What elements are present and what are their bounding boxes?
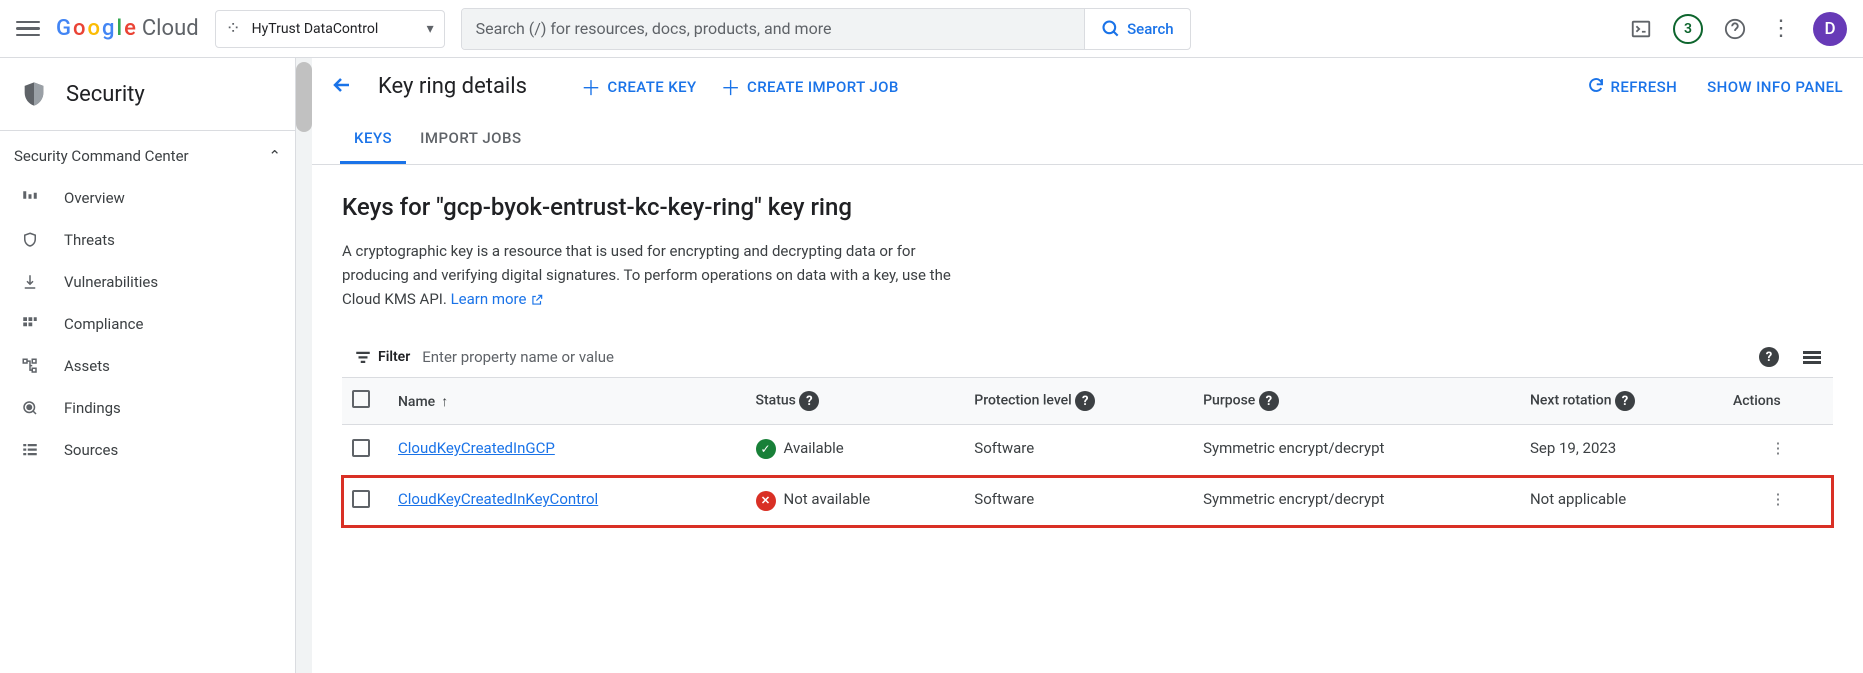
row-checkbox[interactable] bbox=[352, 439, 370, 457]
filter-icon bbox=[354, 348, 372, 366]
help-icon[interactable]: ? bbox=[799, 391, 819, 411]
row-actions-menu-icon[interactable]: ⋮ bbox=[1723, 476, 1833, 527]
avatar[interactable]: D bbox=[1813, 12, 1847, 46]
top-right-controls: 3 ⋮ D bbox=[1627, 12, 1847, 46]
plus-icon: ＋ bbox=[721, 72, 741, 101]
purpose-text: Symmetric encrypt/decrypt bbox=[1193, 476, 1520, 527]
hamburger-menu-icon[interactable] bbox=[16, 17, 40, 41]
notifications-badge[interactable]: 3 bbox=[1673, 14, 1703, 44]
key-link[interactable]: CloudKeyCreatedInGCP bbox=[398, 439, 555, 457]
action-bar: Key ring details ＋CREATE KEY ＋CREATE IMP… bbox=[312, 58, 1863, 115]
sidebar-item-sources[interactable]: Sources bbox=[0, 429, 295, 471]
row-actions-menu-icon[interactable]: ⋮ bbox=[1723, 425, 1833, 476]
sidebar-items: Overview Threats Vulnerabilities Complia… bbox=[0, 173, 295, 475]
overflow-menu-icon[interactable]: ⋮ bbox=[1767, 15, 1795, 43]
findings-icon bbox=[20, 399, 40, 417]
download-icon bbox=[20, 273, 40, 291]
help-icon[interactable] bbox=[1721, 15, 1749, 43]
sidebar-item-vulnerabilities[interactable]: Vulnerabilities bbox=[0, 261, 295, 303]
shield-icon bbox=[20, 80, 48, 108]
sidebar-section-toggle[interactable]: Security Command Center ⌃ bbox=[0, 131, 295, 173]
column-select-icon[interactable] bbox=[1803, 351, 1821, 364]
col-purpose: Purpose ? bbox=[1193, 378, 1520, 425]
back-arrow-icon[interactable] bbox=[330, 73, 354, 101]
status-text: Not available bbox=[784, 490, 871, 508]
search-icon bbox=[1101, 19, 1121, 39]
sidebar-item-threats[interactable]: Threats bbox=[0, 219, 295, 261]
project-name: HyTrust DataControl bbox=[252, 21, 379, 37]
tree-icon bbox=[20, 357, 40, 375]
help-icon[interactable]: ? bbox=[1615, 391, 1635, 411]
tab-import-jobs[interactable]: IMPORT JOBS bbox=[406, 115, 535, 164]
help-icon[interactable]: ? bbox=[1259, 391, 1279, 411]
col-name[interactable]: Name↑ bbox=[388, 378, 746, 425]
top-bar: Google Cloud HyTrust DataControl ▾ Searc… bbox=[0, 0, 1863, 58]
grid-icon bbox=[20, 315, 40, 333]
chevron-down-icon: ▾ bbox=[427, 21, 434, 37]
rotation-text: Not applicable bbox=[1520, 476, 1723, 527]
table-row: CloudKeyCreatedInGCP ✓ Available SoftwareSy… bbox=[342, 425, 1833, 476]
sidebar-item-findings[interactable]: Findings bbox=[0, 387, 295, 429]
search-wrapper: Search bbox=[461, 8, 1191, 50]
page-title: Key ring details bbox=[378, 74, 527, 99]
select-all-checkbox[interactable] bbox=[352, 390, 370, 408]
sidebar-scrollbar[interactable] bbox=[296, 58, 312, 673]
project-picker[interactable]: HyTrust DataControl ▾ bbox=[215, 10, 445, 48]
refresh-button[interactable]: REFRESH bbox=[1587, 76, 1678, 98]
cloud-shell-icon[interactable] bbox=[1627, 15, 1655, 43]
search-input[interactable] bbox=[462, 9, 1084, 49]
protection-text: Software bbox=[964, 425, 1193, 476]
gcp-logo[interactable]: Google Cloud bbox=[56, 16, 199, 41]
status-error-icon: ✕ bbox=[756, 491, 776, 511]
project-dots-icon bbox=[226, 20, 244, 38]
sidebar: Security Security Command Center ⌃ Overv… bbox=[0, 58, 296, 673]
sidebar-product-header[interactable]: Security bbox=[0, 58, 295, 131]
create-import-job-button[interactable]: ＋CREATE IMPORT JOB bbox=[721, 72, 899, 101]
protection-text: Software bbox=[964, 476, 1193, 527]
tab-keys[interactable]: KEYS bbox=[340, 115, 406, 164]
key-link[interactable]: CloudKeyCreatedInKeyControl bbox=[398, 490, 598, 508]
row-checkbox[interactable] bbox=[352, 490, 370, 508]
col-actions: Actions bbox=[1723, 378, 1833, 425]
filter-help-icon[interactable]: ? bbox=[1759, 347, 1779, 367]
sidebar-item-overview[interactable]: Overview bbox=[0, 177, 295, 219]
overview-icon bbox=[20, 189, 40, 207]
status-ok-icon: ✓ bbox=[756, 439, 776, 459]
sidebar-item-assets[interactable]: Assets bbox=[0, 345, 295, 387]
content-description: A cryptographic key is a resource that i… bbox=[342, 239, 982, 311]
list-icon bbox=[20, 441, 40, 459]
create-key-button[interactable]: ＋CREATE KEY bbox=[581, 72, 697, 101]
sort-asc-icon: ↑ bbox=[441, 394, 448, 410]
filter-input[interactable] bbox=[422, 348, 1747, 366]
content-heading: Keys for "gcp-byok-entrust-kc-key-ring" … bbox=[342, 193, 1833, 221]
search-button[interactable]: Search bbox=[1084, 9, 1190, 49]
refresh-icon bbox=[1587, 76, 1605, 98]
tabs: KEYS IMPORT JOBS bbox=[312, 115, 1863, 165]
col-protection: Protection level ? bbox=[964, 378, 1193, 425]
chevron-up-icon: ⌃ bbox=[268, 147, 281, 165]
table-row: CloudKeyCreatedInKeyControl ✕ Not availabl… bbox=[342, 476, 1833, 527]
plus-icon: ＋ bbox=[581, 72, 601, 101]
main-content: Key ring details ＋CREATE KEY ＋CREATE IMP… bbox=[312, 58, 1863, 673]
filter-label: Filter bbox=[354, 348, 410, 366]
rotation-text: Sep 19, 2023 bbox=[1520, 425, 1723, 476]
col-status: Status ? bbox=[746, 378, 965, 425]
col-rotation: Next rotation ? bbox=[1520, 378, 1723, 425]
learn-more-link[interactable]: Learn more bbox=[451, 290, 545, 308]
table-header-row: Name↑ Status ? Protection level ? Purpos… bbox=[342, 378, 1833, 425]
sidebar-item-compliance[interactable]: Compliance bbox=[0, 303, 295, 345]
keys-table: Name↑ Status ? Protection level ? Purpos… bbox=[342, 377, 1833, 527]
help-icon[interactable]: ? bbox=[1075, 391, 1095, 411]
purpose-text: Symmetric encrypt/decrypt bbox=[1193, 425, 1520, 476]
status-text: Available bbox=[784, 439, 844, 457]
filter-bar: Filter ? bbox=[342, 337, 1833, 377]
show-info-panel-button[interactable]: SHOW INFO PANEL bbox=[1707, 76, 1843, 98]
shield-outline-icon bbox=[20, 231, 40, 249]
